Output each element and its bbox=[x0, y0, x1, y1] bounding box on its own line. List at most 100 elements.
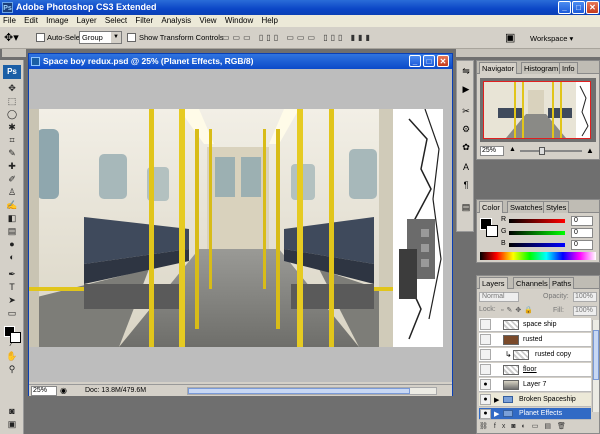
layers-scrollbar[interactable] bbox=[592, 320, 599, 412]
hand-icon[interactable]: ✋ bbox=[5, 350, 19, 362]
menu-edit[interactable]: Edit bbox=[21, 15, 41, 27]
zoom-in-icon[interactable]: ▲ bbox=[586, 146, 594, 155]
panel-dock-grip[interactable] bbox=[456, 49, 600, 57]
channel-g-slider[interactable] bbox=[509, 231, 565, 235]
navigator-zoom-knob[interactable] bbox=[538, 147, 545, 155]
tab-color[interactable]: Color bbox=[479, 201, 503, 213]
brushes-icon[interactable]: ✿ bbox=[460, 141, 472, 153]
doc-maximize-icon[interactable]: □ bbox=[423, 55, 435, 67]
layer-row-layer-7[interactable]: ● Layer 7 bbox=[479, 378, 591, 392]
visibility-box[interactable] bbox=[480, 364, 491, 375]
horizontal-scrollbar[interactable] bbox=[187, 387, 437, 395]
menu-layer[interactable]: Layer bbox=[74, 15, 100, 27]
menu-filter[interactable]: Filter bbox=[132, 15, 156, 27]
navigator-zoom-field[interactable]: 25% bbox=[480, 146, 504, 156]
eye-icon[interactable]: ● bbox=[480, 409, 491, 419]
close-icon[interactable]: ✕ bbox=[586, 1, 599, 14]
healing-brush-icon[interactable]: ✚ bbox=[5, 160, 19, 172]
tab-histogram[interactable]: Histogram bbox=[521, 62, 562, 74]
lock-icons[interactable]: ▫✎✥🔒 bbox=[501, 306, 536, 314]
channel-b-value[interactable]: 0 bbox=[571, 240, 593, 250]
layer-row-space-ship[interactable]: space ship bbox=[479, 318, 591, 332]
menu-help[interactable]: Help bbox=[259, 15, 281, 27]
background-color-swatch[interactable] bbox=[10, 332, 21, 343]
tool-presets-icon[interactable]: ✂ bbox=[460, 105, 472, 117]
channel-g-value[interactable]: 0 bbox=[571, 228, 593, 238]
doc-minimize-icon[interactable]: _ bbox=[409, 55, 421, 67]
character-icon[interactable]: A bbox=[460, 161, 472, 173]
expand-triangle-icon[interactable]: ▶ bbox=[494, 410, 499, 418]
tools-grip[interactable] bbox=[2, 49, 26, 57]
maximize-icon[interactable]: □ bbox=[572, 1, 585, 14]
move-tool-icon[interactable]: ✥▾ bbox=[4, 30, 28, 46]
canvas-area[interactable] bbox=[29, 69, 452, 382]
magic-wand-icon[interactable]: ✱ bbox=[5, 121, 19, 133]
navigator-preview[interactable] bbox=[480, 78, 596, 142]
align-distribute-icons[interactable]: ▭▭▭ ▯▯▯ ▭▭▭ ▯▯▯ ▮▮▮ bbox=[222, 33, 373, 42]
path-select-icon[interactable]: ➤ bbox=[5, 294, 19, 306]
tab-swatches[interactable]: Swatches bbox=[507, 201, 546, 213]
layer-row-planet-effects[interactable]: ● ▶ Planet Effects bbox=[479, 408, 591, 420]
brush-icon[interactable]: ✐ bbox=[5, 173, 19, 185]
eraser-icon[interactable]: ◧ bbox=[5, 212, 19, 224]
tab-styles[interactable]: Styles bbox=[543, 201, 570, 213]
type-icon[interactable]: T bbox=[5, 281, 19, 293]
move-icon[interactable]: ✥ bbox=[5, 82, 19, 94]
pen-icon[interactable]: ✒ bbox=[5, 268, 19, 280]
navigator-zoom-slider[interactable] bbox=[520, 150, 582, 152]
minimize-icon[interactable]: _ bbox=[558, 1, 571, 14]
crop-icon[interactable]: ⌗ bbox=[5, 134, 19, 146]
tab-info[interactable]: Info bbox=[559, 62, 578, 74]
eye-icon[interactable]: ● bbox=[480, 394, 491, 405]
clone-source-icon[interactable]: ▤ bbox=[460, 201, 472, 213]
zoom-out-icon[interactable]: ▲ bbox=[509, 146, 516, 153]
quick-mask-icon[interactable]: ◙ bbox=[5, 405, 19, 417]
eyedropper-icon[interactable]: ✎ bbox=[5, 147, 19, 159]
auto-select-dropdown[interactable]: Group ▼ bbox=[79, 31, 122, 44]
dodge-icon[interactable]: ◐ bbox=[5, 251, 19, 263]
blend-mode-dropdown[interactable]: Normal bbox=[479, 292, 519, 302]
lasso-icon[interactable]: ◯ bbox=[5, 108, 19, 120]
layer-row-floor[interactable]: floor bbox=[479, 363, 591, 377]
visibility-box[interactable] bbox=[480, 334, 491, 345]
menu-analysis[interactable]: Analysis bbox=[158, 15, 194, 27]
screen-mode-icon[interactable]: ▣ bbox=[5, 418, 19, 430]
expand-triangle-icon[interactable]: ▶ bbox=[494, 396, 499, 404]
channel-r-value[interactable]: 0 bbox=[571, 216, 593, 226]
shape-icon[interactable]: ▭ bbox=[5, 307, 19, 319]
menu-window[interactable]: Window bbox=[222, 15, 256, 27]
visibility-box[interactable] bbox=[480, 319, 491, 330]
history-icon[interactable]: ⇋ bbox=[460, 65, 472, 77]
menu-view[interactable]: View bbox=[196, 15, 219, 27]
fill-field[interactable]: 100% bbox=[573, 306, 597, 316]
document-zoom-field[interactable]: 25% bbox=[31, 386, 57, 396]
workspace-menu[interactable]: Workspace ▾ bbox=[530, 34, 573, 43]
tab-channels[interactable]: Channels bbox=[513, 277, 551, 289]
tab-navigator[interactable]: Navigator bbox=[479, 62, 518, 74]
workspace-icon[interactable]: ▣ bbox=[505, 31, 515, 44]
layer-action-icons[interactable]: ⛓fx◙◐▭▤🗑 bbox=[479, 422, 597, 430]
layer-row-broken-spaceship[interactable]: ● ▶ Broken Spaceship bbox=[479, 393, 591, 407]
layer-comps-icon[interactable]: ⚙ bbox=[460, 123, 472, 135]
layer-row-rusted-copy[interactable]: ↳ rusted copy bbox=[479, 348, 591, 362]
tab-paths[interactable]: Paths bbox=[549, 277, 575, 289]
menu-image[interactable]: Image bbox=[43, 15, 71, 27]
canvas-image[interactable] bbox=[29, 109, 443, 347]
zoom-icon[interactable]: ⚲ bbox=[5, 363, 19, 375]
doc-close-icon[interactable]: ✕ bbox=[437, 55, 449, 67]
history-brush-icon[interactable]: ✍ bbox=[5, 199, 19, 211]
navigator-view-box[interactable] bbox=[483, 81, 591, 139]
visibility-box[interactable] bbox=[480, 349, 491, 360]
color-background-swatch[interactable] bbox=[486, 225, 498, 237]
clone-stamp-icon[interactable]: ♙ bbox=[5, 186, 19, 198]
eye-icon[interactable]: ● bbox=[480, 379, 491, 390]
channel-r-slider[interactable] bbox=[509, 219, 565, 223]
marquee-icon[interactable]: ⬚ bbox=[5, 95, 19, 107]
opacity-field[interactable]: 100% bbox=[573, 292, 597, 302]
tab-layers[interactable]: Layers bbox=[479, 277, 508, 289]
layer-row-rusted[interactable]: rusted bbox=[479, 333, 591, 347]
gradient-icon[interactable]: ▤ bbox=[5, 225, 19, 237]
layers-scroll-thumb[interactable] bbox=[593, 330, 599, 380]
horizontal-scroll-thumb[interactable] bbox=[188, 388, 410, 394]
document-title-bar[interactable]: Space boy redux.psd @ 25% (Planet Effect… bbox=[29, 54, 452, 69]
